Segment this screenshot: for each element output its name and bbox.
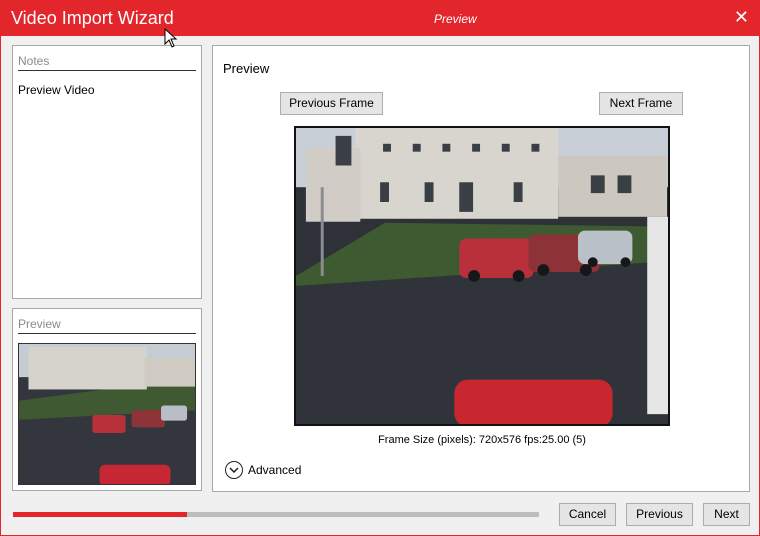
main-preview-panel: Preview Previous Frame Next Frame Frame … — [212, 45, 750, 492]
window-title: Video Import Wizard — [11, 8, 174, 28]
mouse-cursor-icon — [164, 28, 178, 48]
preview-thumbnail-header: Preview — [18, 317, 196, 334]
wizard-progress-bar — [13, 512, 539, 517]
advanced-toggle[interactable]: Advanced — [225, 461, 301, 479]
close-icon[interactable]: ✕ — [734, 7, 749, 27]
chevron-down-circle-icon — [225, 461, 243, 479]
next-button[interactable]: Next — [703, 503, 750, 526]
frame-size-info: Frame Size (pixels): 720x576 fps:25.00 (… — [378, 434, 586, 446]
video-frame — [294, 126, 670, 426]
step-subtitle: Preview — [434, 12, 477, 26]
notes-header: Notes — [18, 54, 196, 71]
previous-button[interactable]: Previous — [626, 503, 693, 526]
main-preview-title: Preview — [223, 61, 270, 76]
next-frame-button[interactable]: Next Frame — [599, 92, 683, 115]
wizard-progress-fill — [13, 512, 187, 517]
title-bar: Video Import Wizard Preview ✕ — [1, 1, 759, 36]
previous-frame-button[interactable]: Previous Frame — [280, 92, 383, 115]
notes-panel: Notes Preview Video — [12, 45, 202, 299]
cancel-button[interactable]: Cancel — [559, 503, 616, 526]
preview-thumbnail-image — [18, 343, 196, 485]
wizard-window: Video Import Wizard Preview ✕ Notes Prev… — [0, 0, 760, 536]
notes-text: Preview Video — [18, 83, 95, 97]
preview-thumbnail-panel: Preview — [12, 308, 202, 491]
advanced-label: Advanced — [248, 463, 302, 477]
